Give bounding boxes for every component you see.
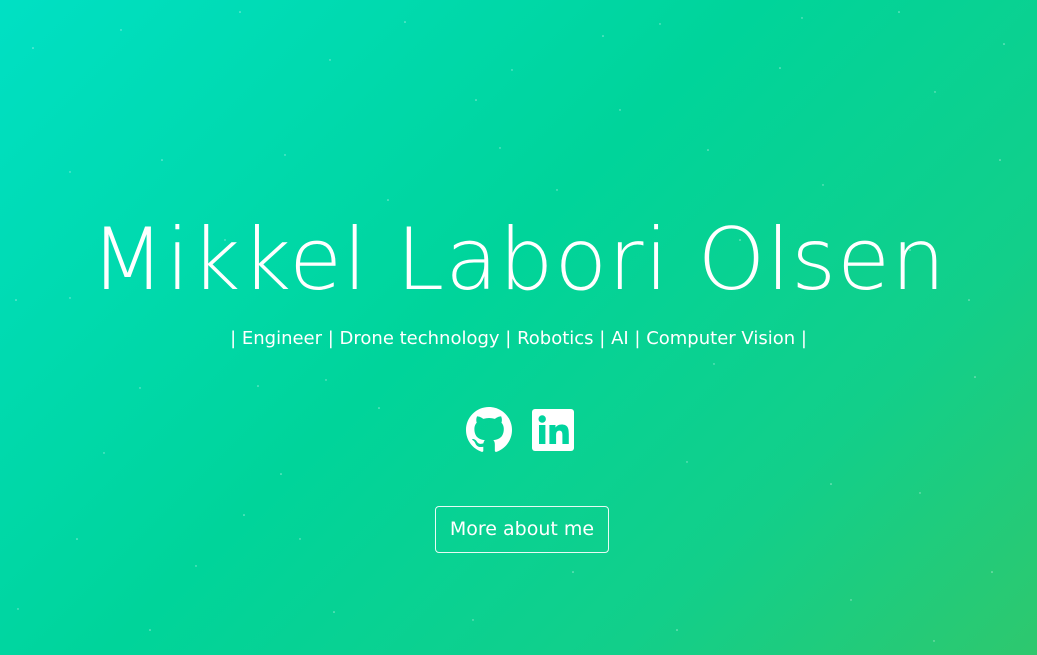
hero-name: Mikkel Labori Olsen	[90, 210, 947, 310]
linkedin-link[interactable]	[529, 406, 577, 454]
social-links	[0, 406, 1037, 454]
linkedin-icon	[531, 409, 574, 451]
more-about-me-button[interactable]: More about me	[435, 506, 609, 553]
hero-section: Mikkel Labori Olsen | Engineer | Drone t…	[0, 0, 1037, 655]
github-link[interactable]	[465, 406, 513, 454]
hero-tagline: | Engineer | Drone technology | Robotics…	[230, 328, 807, 349]
github-icon	[465, 407, 512, 452]
